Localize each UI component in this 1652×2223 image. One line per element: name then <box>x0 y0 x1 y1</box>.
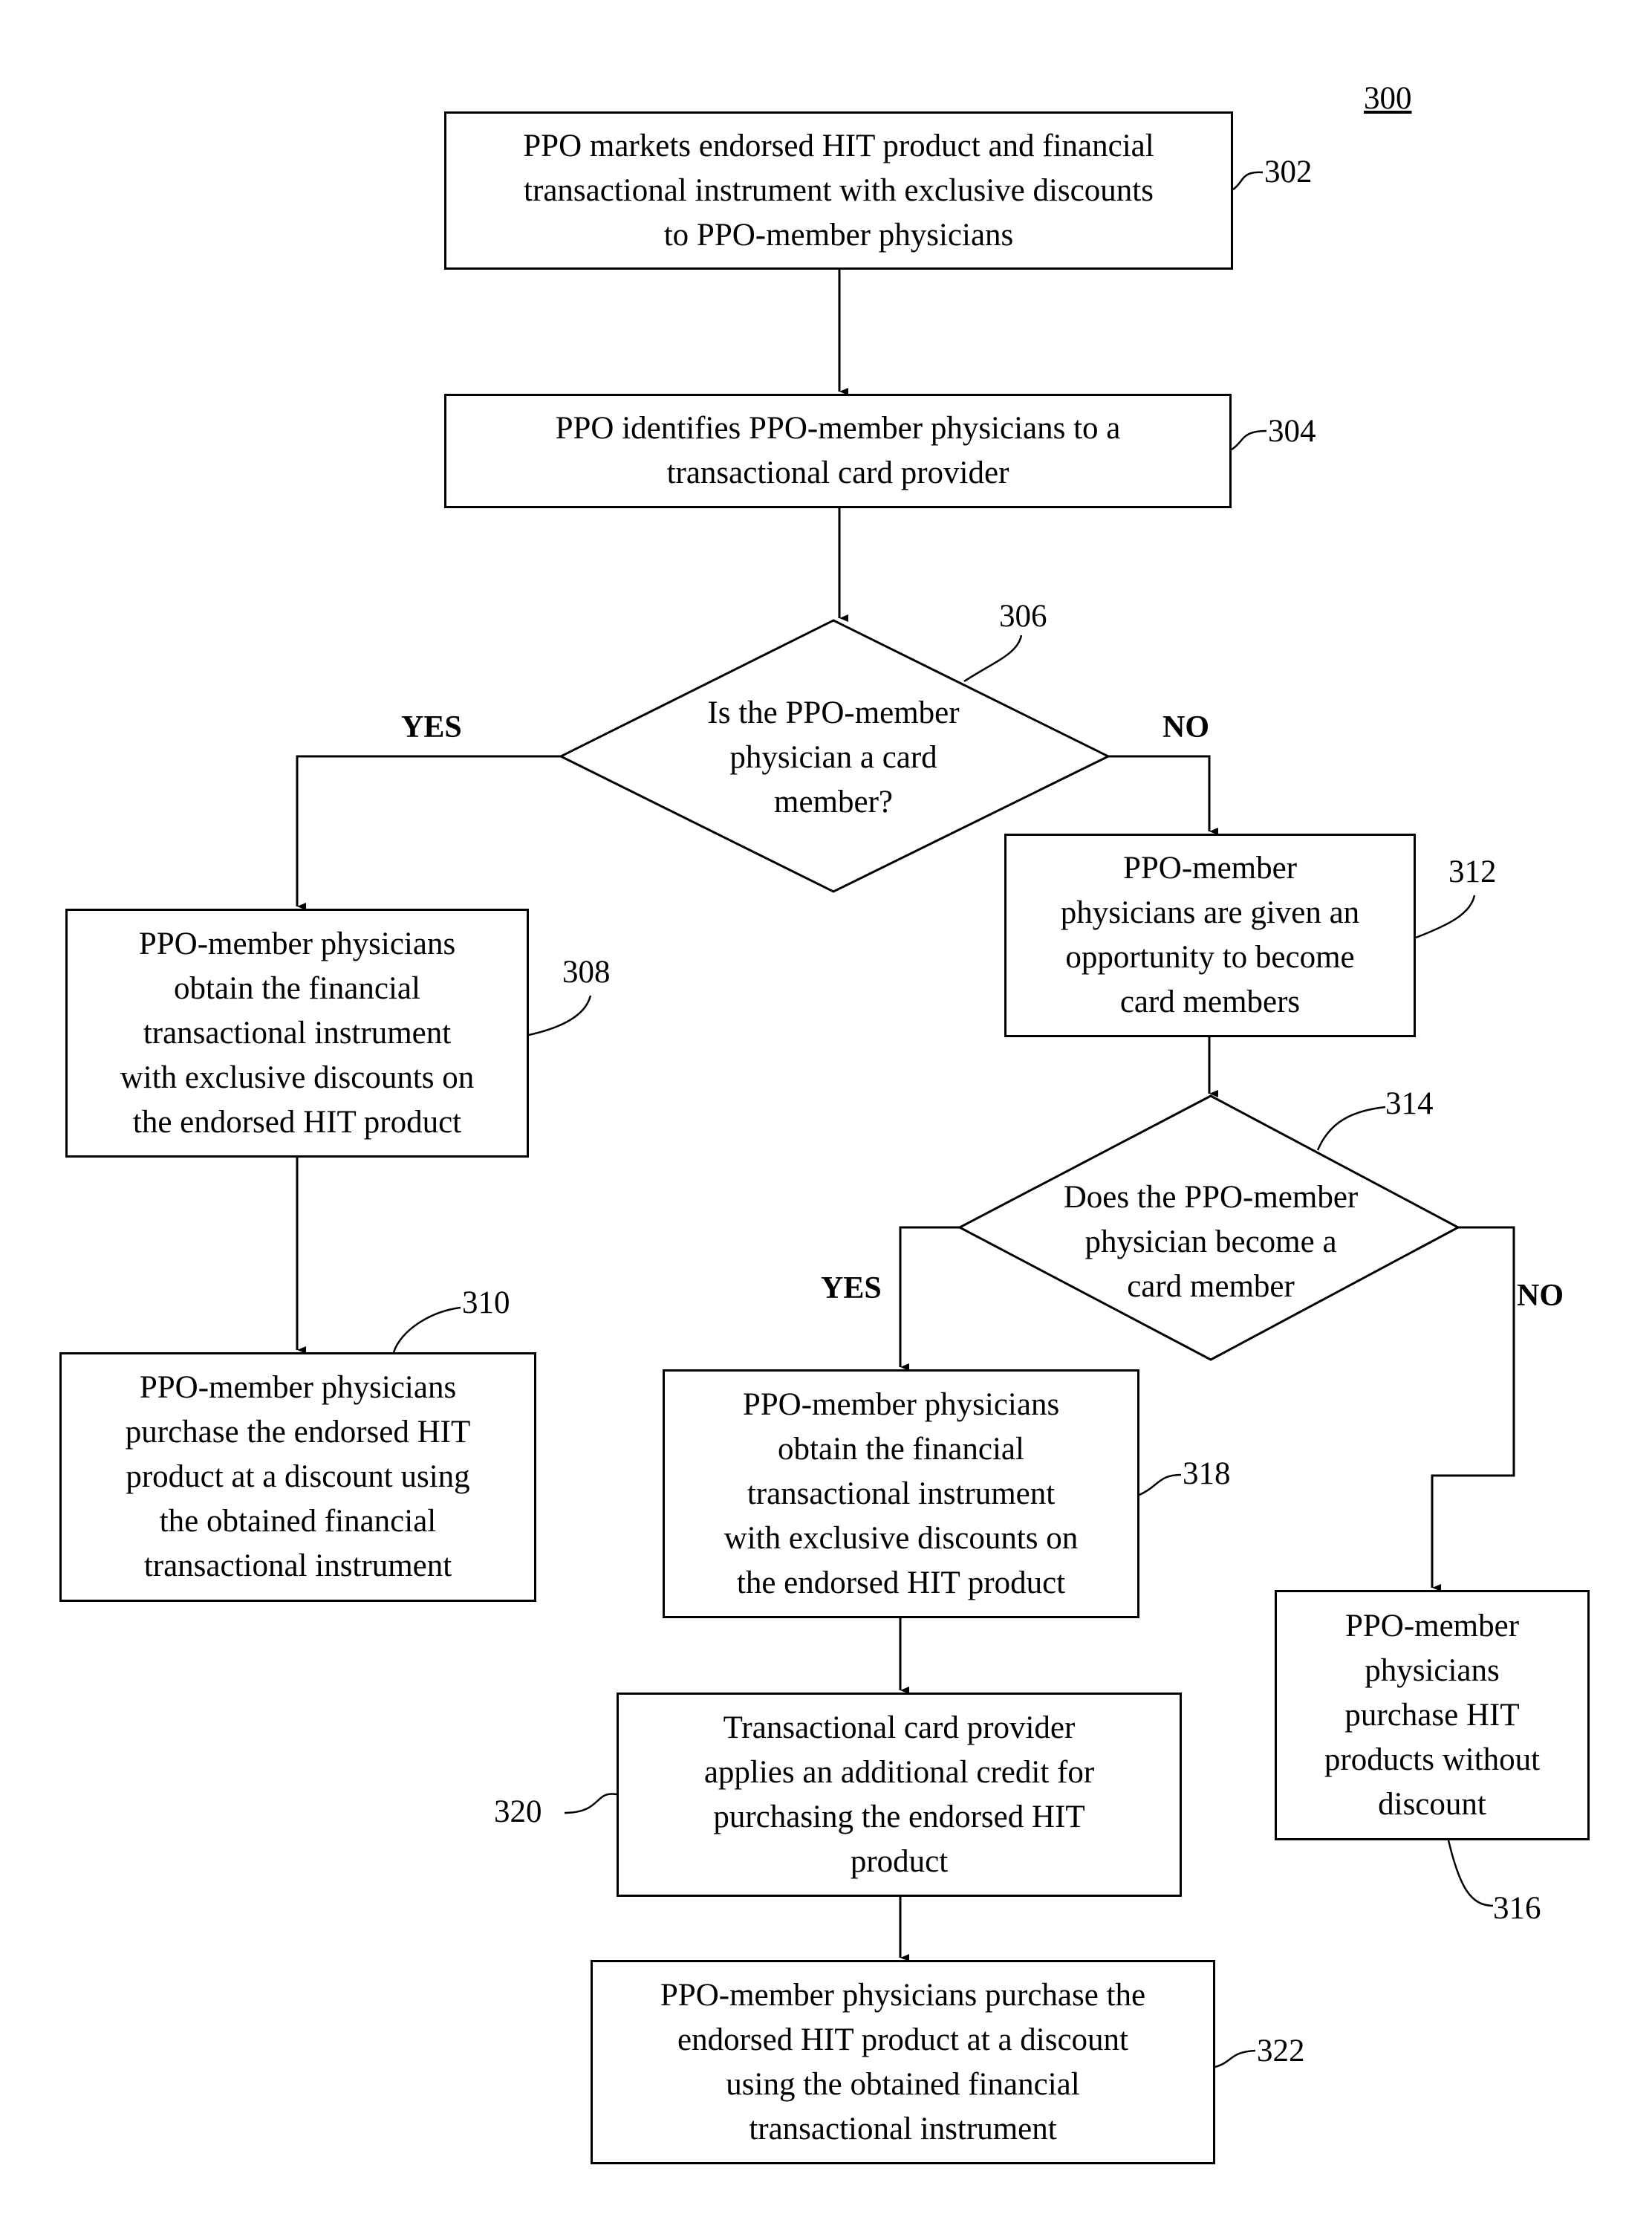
step-316-box: PPO-member physicians purchase HIT produ… <box>1275 1590 1590 1840</box>
ref-322: 322 <box>1257 2034 1305 2068</box>
figure-number: 300 <box>1364 81 1412 116</box>
step-308-box: PPO-member physicians obtain the financi… <box>65 909 529 1158</box>
leader-310 <box>392 1306 461 1353</box>
ref-306: 306 <box>999 599 1047 634</box>
decision-306-no-label: NO <box>1162 710 1209 744</box>
leader-318 <box>1139 1473 1182 1496</box>
arrow-314-no-316 <box>1431 1226 1515 1591</box>
decision-314-text: Does the PPO-member physician become a c… <box>1063 1180 1359 1304</box>
ref-304: 304 <box>1268 414 1316 449</box>
decision-306-yes-label: YES <box>401 710 462 744</box>
arrow-306-yes-308 <box>296 755 561 910</box>
leader-308 <box>528 995 592 1036</box>
leader-320 <box>564 1793 617 1814</box>
step-322-text: PPO-member physicians purchase the endor… <box>660 1977 1146 2146</box>
step-304-box: PPO identifies PPO-member physicians to … <box>444 394 1232 508</box>
decision-314-no-label: NO <box>1517 1279 1564 1313</box>
leader-304 <box>1231 429 1267 451</box>
arrow-306-no-312 <box>1108 755 1218 835</box>
arrow-314-yes-318 <box>899 1226 960 1371</box>
leader-316 <box>1447 1840 1494 1907</box>
step-316-text: PPO-member physicians purchase HIT produ… <box>1324 1608 1541 1822</box>
step-310-text: PPO-member physicians purchase the endor… <box>125 1370 471 1583</box>
leader-322 <box>1214 2049 1256 2068</box>
step-318-text: PPO-member physicians obtain the financi… <box>723 1386 1079 1600</box>
step-302-text: PPO markets endorsed HIT product and fin… <box>523 128 1154 253</box>
decision-306-text: Is the PPO-member physician a card membe… <box>707 695 960 820</box>
step-310-box: PPO-member physicians purchase the endor… <box>59 1352 536 1602</box>
leader-312 <box>1415 895 1476 939</box>
ref-314: 314 <box>1385 1086 1434 1121</box>
step-302-box: PPO markets endorsed HIT product and fin… <box>444 111 1233 270</box>
step-320-text: Transactional card provider applies an a… <box>703 1710 1095 1879</box>
leader-306 <box>963 635 1023 683</box>
ref-308: 308 <box>562 955 611 990</box>
step-320-box: Transactional card provider applies an a… <box>617 1693 1182 1897</box>
step-318-box: PPO-member physicians obtain the financi… <box>663 1369 1139 1618</box>
step-312-box: PPO-member physicians are given an oppor… <box>1004 834 1416 1037</box>
leader-302 <box>1232 171 1264 191</box>
step-308-text: PPO-member physicians obtain the financi… <box>120 926 475 1140</box>
decision-314-yes-label: YES <box>821 1271 882 1305</box>
leader-314 <box>1316 1106 1386 1151</box>
ref-318: 318 <box>1183 1456 1231 1491</box>
ref-310: 310 <box>462 1285 510 1320</box>
ref-316: 316 <box>1493 1891 1541 1926</box>
ref-302: 302 <box>1264 155 1313 189</box>
step-322-box: PPO-member physicians purchase the endor… <box>591 1960 1215 2164</box>
ref-320: 320 <box>494 1794 542 1829</box>
step-304-text: PPO identifies PPO-member physicians to … <box>555 411 1121 490</box>
step-312-text: PPO-member physicians are given an oppor… <box>1060 851 1360 1019</box>
ref-312: 312 <box>1448 854 1497 889</box>
